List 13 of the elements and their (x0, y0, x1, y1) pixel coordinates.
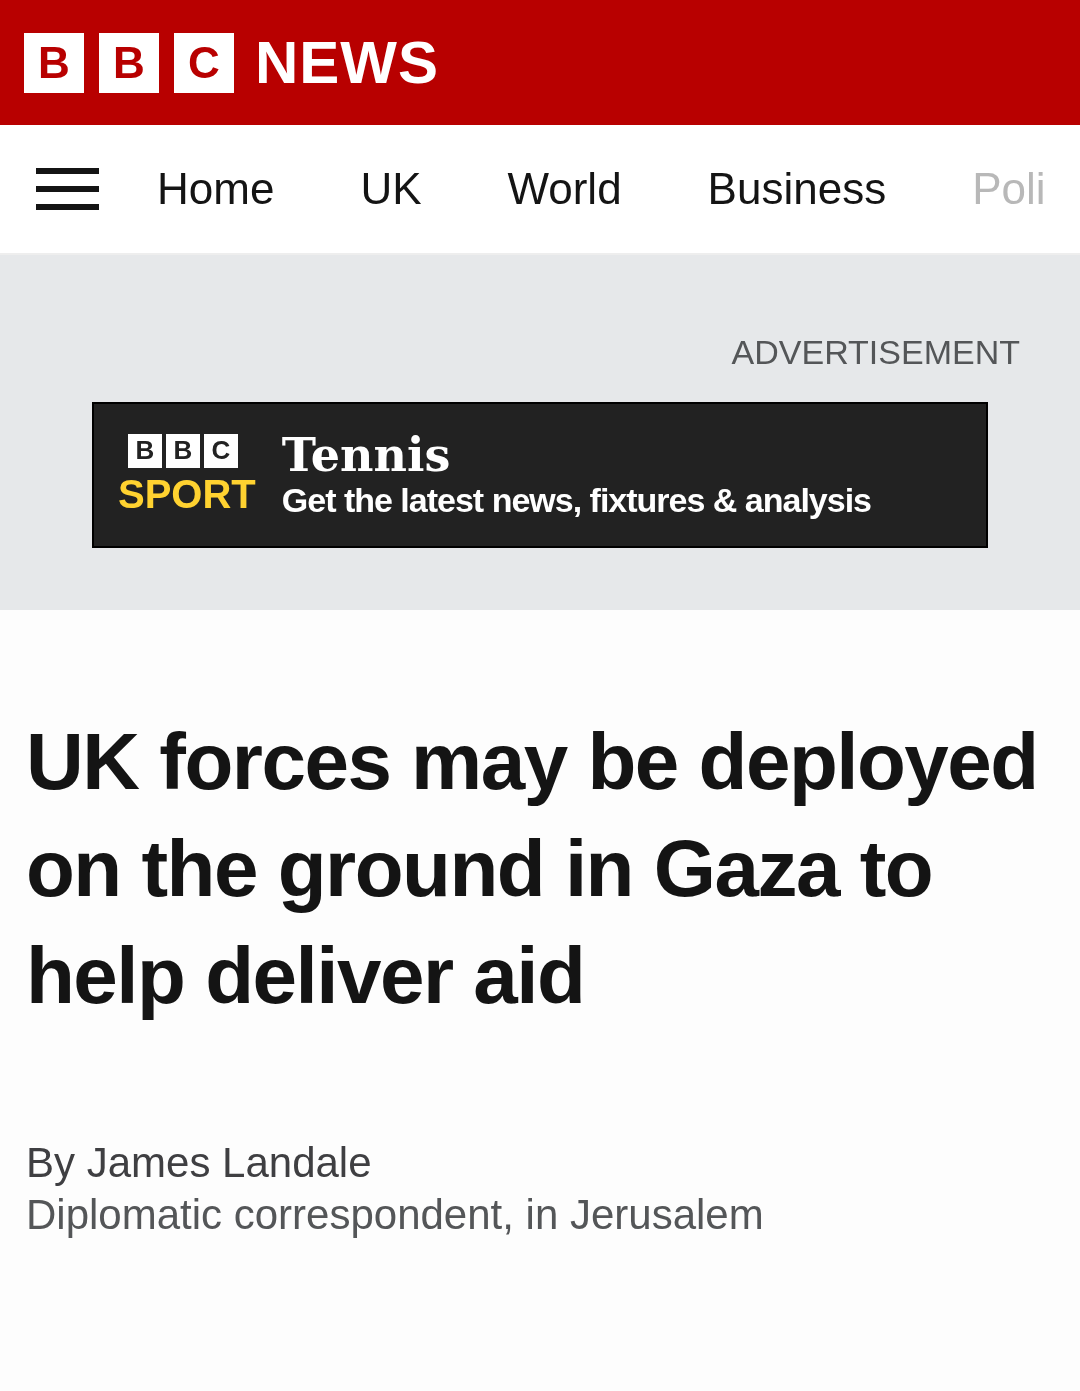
nav-link[interactable]: Business (707, 164, 887, 214)
nav-link[interactable]: UK (360, 164, 422, 214)
ad-label: ADVERTISEMENT (731, 333, 1020, 372)
byline-role: Diplomatic correspondent, in Jerusalem (26, 1191, 765, 1239)
menu-icon[interactable] (36, 168, 99, 210)
ad-tagline: Get the latest news, fixtures & analysis (281, 480, 872, 520)
nav-link[interactable]: World (507, 164, 622, 214)
nav-link[interactable]: Home (157, 164, 275, 214)
byline-author: By James Landale (26, 1139, 373, 1187)
bbc-sport-logo: B B C SPORT (118, 433, 256, 517)
ad-title: Tennis (281, 430, 452, 481)
headline: UK forces may be deployed on the ground in Gaza to help deliver aid (26, 716, 1039, 1022)
bbc-news-logo[interactable]: B B C NEWS (24, 28, 439, 97)
